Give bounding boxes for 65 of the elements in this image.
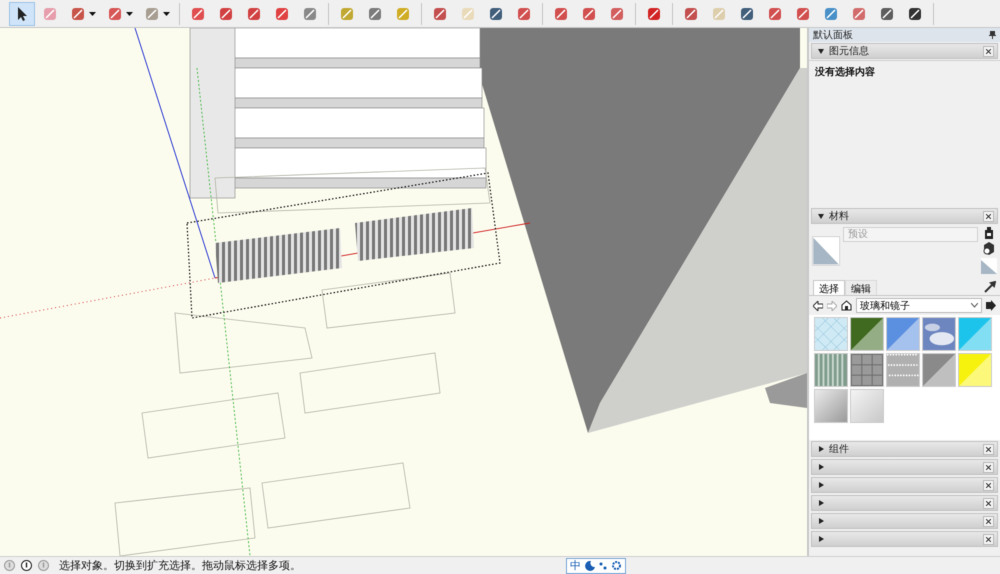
close-icon <box>986 446 991 452</box>
details-arrow-icon[interactable] <box>986 300 996 311</box>
home-icon[interactable] <box>841 300 852 311</box>
panel-header[interactable]: 材料 <box>811 208 998 224</box>
close-icon <box>986 518 991 524</box>
forward-arrow-icon[interactable] <box>827 300 837 310</box>
close-icon <box>986 464 991 470</box>
panel-header[interactable]: 图元信息 <box>811 43 998 59</box>
close-icon <box>986 500 991 506</box>
material-name-field[interactable]: 预设 <box>843 227 978 242</box>
material-swatch[interactable] <box>958 353 992 387</box>
expand-triangle-icon <box>818 464 824 470</box>
panel-title: 图元信息 <box>829 44 870 58</box>
selection-message: 没有选择内容 <box>815 67 875 78</box>
material-swatch[interactable] <box>814 317 848 351</box>
panel-tab[interactable]: 编辑 <box>845 280 877 294</box>
close-button[interactable] <box>983 462 994 472</box>
close-icon <box>986 482 991 488</box>
close-button[interactable] <box>983 498 994 508</box>
panel-header[interactable]: 组件 <box>811 441 998 457</box>
close-icon <box>986 214 991 218</box>
close-button[interactable] <box>983 516 994 526</box>
material-swatch[interactable] <box>922 353 956 387</box>
panel-title: 组件 <box>829 443 850 456</box>
moon-icon <box>585 560 595 570</box>
material-swatch[interactable] <box>958 317 992 351</box>
caret-icon <box>126 12 133 16</box>
chevron-icon <box>971 303 978 308</box>
material-swatch[interactable] <box>850 317 884 351</box>
expand-triangle-icon <box>818 482 824 488</box>
eyedropper-icon[interactable] <box>984 281 996 293</box>
panel-title: 材料 <box>829 210 850 223</box>
close-button[interactable] <box>983 46 994 56</box>
expand-triangle-icon <box>818 500 824 506</box>
close-icon <box>986 536 991 542</box>
collapse-triangle-icon <box>818 213 824 219</box>
status-message: 选择对象。切换到扩充选择。拖动鼠标选择多项。 <box>59 558 302 573</box>
caret-icon <box>163 12 170 16</box>
pin-icon[interactable] <box>989 31 996 39</box>
info-icon[interactable] <box>21 560 32 571</box>
material-swatch[interactable] <box>886 353 920 387</box>
material-swatch[interactable] <box>814 389 848 423</box>
ime-mode: 中 <box>570 558 581 573</box>
close-button[interactable] <box>983 480 994 490</box>
close-button[interactable] <box>983 210 994 222</box>
expand-triangle-icon <box>818 446 824 452</box>
material-swatch[interactable] <box>886 317 920 351</box>
material-swatch[interactable] <box>814 353 848 387</box>
panel-tab[interactable]: 选择 <box>813 280 845 294</box>
material-swatch[interactable] <box>850 353 884 387</box>
ime-indicator[interactable]: 中 <box>566 558 626 574</box>
expand-triangle-icon <box>818 518 824 524</box>
material-swatch[interactable] <box>922 317 956 351</box>
close-button[interactable] <box>983 444 994 454</box>
material-swatch[interactable] <box>850 389 884 423</box>
close-icon <box>986 48 991 54</box>
punctuation-icon <box>599 560 607 570</box>
collapse-triangle-icon <box>818 48 824 54</box>
tray-title: 默认面板 <box>813 28 853 42</box>
back-arrow-icon[interactable] <box>813 300 823 310</box>
library-dropdown[interactable]: 玻璃和镜子 <box>856 298 982 313</box>
caret-icon <box>89 12 96 16</box>
expand-triangle-icon <box>818 536 824 542</box>
close-button[interactable] <box>983 534 994 544</box>
toolbar-button[interactable] <box>9 2 35 26</box>
